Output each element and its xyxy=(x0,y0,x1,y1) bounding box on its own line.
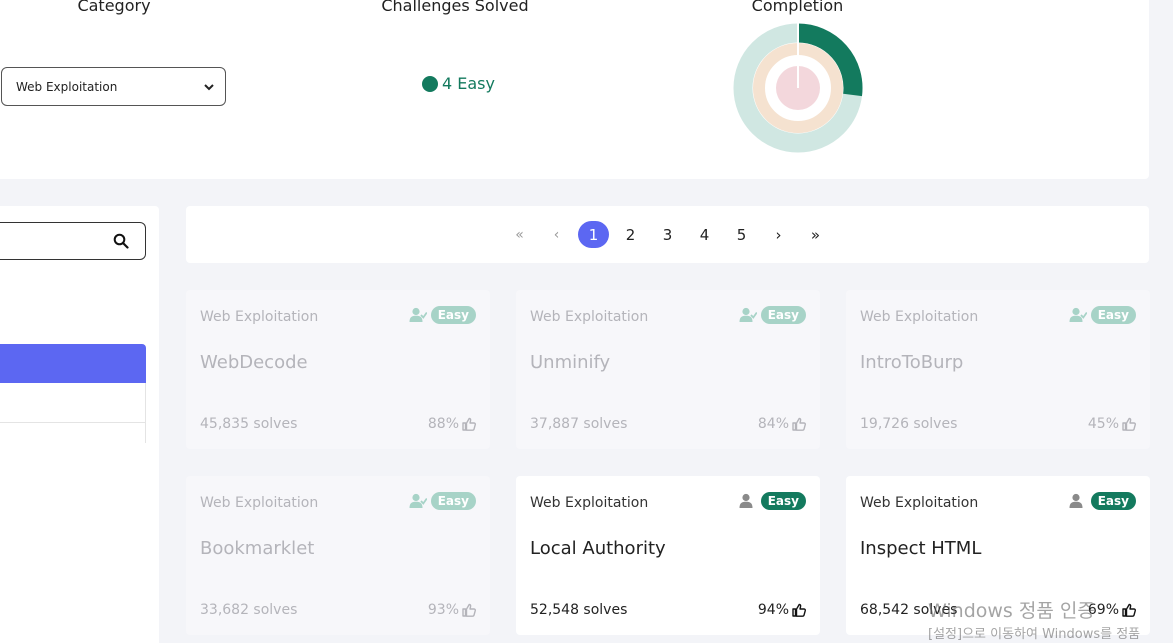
pagination-page-4[interactable]: 4 xyxy=(689,221,720,248)
challenge-card[interactable]: Web Exploitation Easy IntroToBurp 19,726… xyxy=(846,290,1150,449)
difficulty-group: Easy xyxy=(1069,306,1136,324)
difficulty-group: Easy xyxy=(409,306,476,324)
challenge-likes: 94% xyxy=(758,602,806,618)
windows-activation-watermark: Windows 정품 인증 xyxy=(928,600,1095,622)
likes-percent: 88% xyxy=(427,416,459,432)
search-icon[interactable] xyxy=(113,233,129,249)
likes-percent: 94% xyxy=(757,602,789,618)
thumbs-up-icon xyxy=(792,417,806,431)
user-check-icon xyxy=(409,307,427,322)
thumbs-up-icon xyxy=(462,603,476,617)
challenge-name: Bookmarklet xyxy=(200,538,315,559)
challenge-likes: 93% xyxy=(428,602,476,618)
solved-count: 4 Easy xyxy=(442,74,495,93)
challenge-likes: 88% xyxy=(428,416,476,432)
challenge-card[interactable]: Web Exploitation Easy WebDecode 45,835 s… xyxy=(186,290,490,449)
solved-summary: 4 Easy xyxy=(422,74,495,93)
challenge-solves: 45,835 solves xyxy=(200,416,298,432)
thumbs-up-icon xyxy=(1122,603,1136,617)
pagination-prev[interactable]: ‹ xyxy=(541,221,572,248)
pagination-next[interactable]: › xyxy=(763,221,794,248)
completion-donut xyxy=(733,23,863,153)
pagination-page-3[interactable]: 3 xyxy=(652,221,683,248)
thumbs-up-icon xyxy=(462,417,476,431)
category-select-value: Web Exploitation xyxy=(16,79,118,94)
user-check-icon xyxy=(409,493,427,508)
difficulty-badge: Easy xyxy=(430,306,476,324)
challenge-card[interactable]: Web Exploitation Easy Unminify 37,887 so… xyxy=(516,290,820,449)
user-icon xyxy=(1069,493,1083,508)
challenge-likes: 84% xyxy=(758,416,806,432)
likes-percent: 84% xyxy=(757,416,789,432)
difficulty-badge: Easy xyxy=(1090,492,1136,510)
sidebar-item[interactable] xyxy=(0,423,146,443)
stats-panel: Category Challenges Solved Completion We… xyxy=(0,0,1149,179)
pagination-page-2[interactable]: 2 xyxy=(615,221,646,248)
user-check-icon xyxy=(739,307,757,322)
difficulty-group: Easy xyxy=(739,492,806,510)
challenge-name: WebDecode xyxy=(200,352,308,373)
sidebar-item[interactable] xyxy=(0,383,146,423)
challenge-category: Web Exploitation xyxy=(200,495,319,511)
difficulty-group: Easy xyxy=(409,492,476,510)
user-check-icon xyxy=(1069,307,1087,322)
challenge-name: Local Authority xyxy=(530,538,666,559)
challenge-category: Web Exploitation xyxy=(860,309,979,325)
challenge-category: Web Exploitation xyxy=(200,309,319,325)
easy-dot-icon xyxy=(422,75,438,92)
category-select[interactable]: Web Exploitation xyxy=(1,67,226,106)
difficulty-badge: Easy xyxy=(430,492,476,510)
thumbs-up-icon xyxy=(1122,417,1136,431)
pagination: « ‹ 1 2 3 4 5 › » xyxy=(186,206,1149,263)
challenge-name: Unminify xyxy=(530,352,611,373)
challenge-card[interactable]: Web Exploitation Easy Bookmarklet 33,682… xyxy=(186,476,490,635)
completion-heading: Completion xyxy=(751,0,844,15)
pagination-bar: « ‹ 1 2 3 4 5 › » xyxy=(186,206,1149,263)
difficulty-group: Easy xyxy=(1069,492,1136,510)
challenge-name: IntroToBurp xyxy=(860,352,964,373)
category-heading: Category xyxy=(77,0,151,15)
challenge-likes: 69% xyxy=(1088,602,1136,618)
pagination-page-1[interactable]: 1 xyxy=(578,221,609,248)
pagination-first[interactable]: « xyxy=(504,221,535,248)
search-input[interactable] xyxy=(0,222,146,260)
challenge-solves: 33,682 solves xyxy=(200,602,298,618)
likes-percent: 93% xyxy=(427,602,459,618)
likes-percent: 45% xyxy=(1087,416,1119,432)
challenge-card[interactable]: Web Exploitation Easy Local Authority 52… xyxy=(516,476,820,635)
challenge-solves: 19,726 solves xyxy=(860,416,958,432)
pagination-last[interactable]: » xyxy=(800,221,831,248)
thumbs-up-icon xyxy=(792,603,806,617)
difficulty-badge: Easy xyxy=(1090,306,1136,324)
solved-heading: Challenges Solved xyxy=(381,0,529,15)
user-icon xyxy=(739,493,753,508)
difficulty-badge: Easy xyxy=(760,306,806,324)
challenge-category: Web Exploitation xyxy=(530,309,649,325)
chevron-down-icon xyxy=(204,83,214,90)
challenge-solves: 37,887 solves xyxy=(530,416,628,432)
windows-activation-hint: [설정]으로 이동하여 Windows를 정품 xyxy=(928,627,1141,642)
difficulty-group: Easy xyxy=(739,306,806,324)
sidebar-item-active[interactable] xyxy=(0,344,146,383)
challenge-category: Web Exploitation xyxy=(860,495,979,511)
challenge-solves: 52,548 solves xyxy=(530,602,628,618)
challenge-category: Web Exploitation xyxy=(530,495,649,511)
difficulty-badge: Easy xyxy=(760,492,806,510)
challenge-likes: 45% xyxy=(1088,416,1136,432)
challenge-name: Inspect HTML xyxy=(860,538,982,559)
pagination-page-5[interactable]: 5 xyxy=(726,221,757,248)
